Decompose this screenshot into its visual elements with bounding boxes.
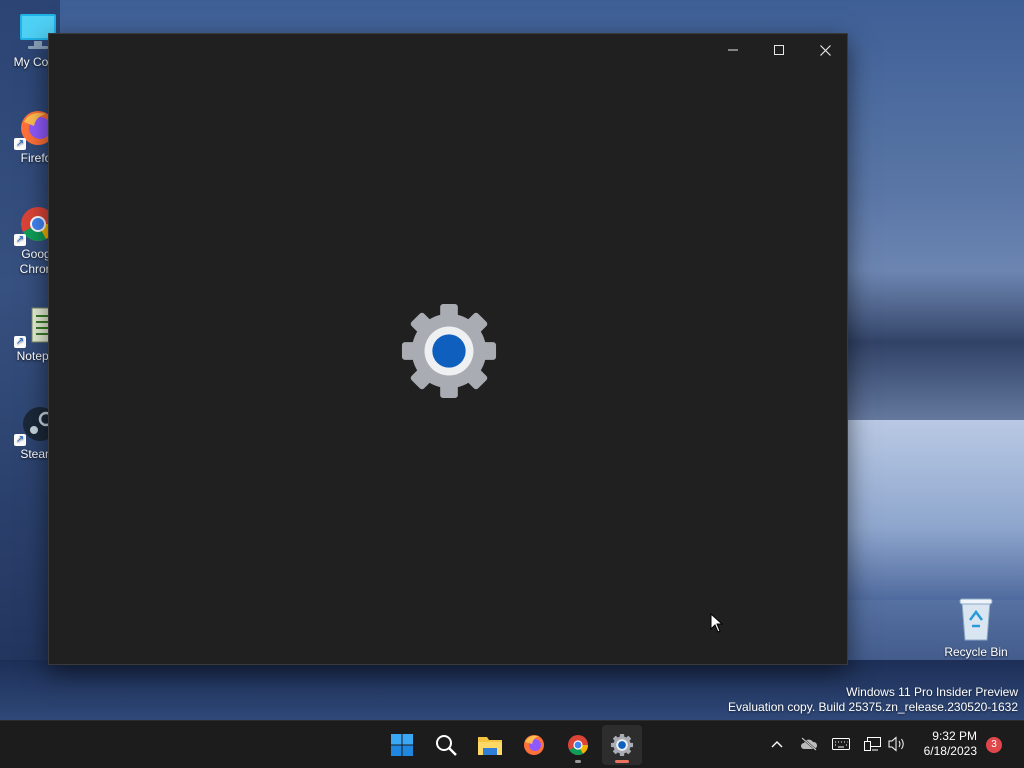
desktop-icon-label: Recycle Bin xyxy=(944,645,1008,659)
shortcut-arrow-icon: ↗ xyxy=(14,336,26,348)
cloud-offline-icon xyxy=(801,737,818,751)
file-explorer-icon xyxy=(478,737,502,755)
firefox-taskbar-button[interactable] xyxy=(514,725,554,765)
watermark-edition: Windows 11 Pro Insider Preview xyxy=(846,685,1018,699)
network-icon xyxy=(864,737,881,751)
mouse-cursor-icon xyxy=(710,613,724,633)
settings-taskbar-button[interactable] xyxy=(602,725,642,765)
windows-evaluation-watermark: Windows 11 Pro Insider Preview Evaluatio… xyxy=(728,685,1018,715)
search-icon xyxy=(436,735,457,756)
close-icon xyxy=(819,44,831,56)
volume-button[interactable] xyxy=(886,733,908,755)
firefox-icon xyxy=(524,735,544,755)
touch-keyboard-button[interactable] xyxy=(830,733,852,755)
notification-badge[interactable]: 3 xyxy=(986,737,1002,753)
settings-gear-icon xyxy=(401,303,497,399)
start-button[interactable] xyxy=(382,725,422,765)
wallpaper-lake xyxy=(840,420,1024,600)
shortcut-arrow-icon: ↗ xyxy=(14,234,26,246)
network-button[interactable] xyxy=(862,733,884,755)
chrome-icon xyxy=(568,735,589,756)
watermark-build: Evaluation copy. Build 25375.zn_release.… xyxy=(728,700,1018,714)
clock-date: 6/18/2023 xyxy=(923,744,977,758)
taskbar-clock[interactable]: 9:32 PM 6/18/2023 xyxy=(924,729,977,759)
chrome-taskbar-button[interactable] xyxy=(558,725,598,765)
start-icon xyxy=(391,734,413,756)
settings-icon xyxy=(610,733,634,757)
desktop-icon-recycle-bin[interactable]: Recycle Bin xyxy=(940,596,1012,659)
shortcut-arrow-icon: ↗ xyxy=(14,434,26,446)
settings-window[interactable] xyxy=(48,33,848,665)
shortcut-arrow-icon: ↗ xyxy=(14,138,26,150)
file-explorer-button[interactable] xyxy=(470,725,510,765)
onedrive-button[interactable] xyxy=(798,733,820,755)
search-button[interactable] xyxy=(426,725,466,765)
taskbar: 9:32 PM 6/18/2023 3 xyxy=(0,720,1024,768)
chevron-up-icon xyxy=(771,741,783,748)
close-button[interactable] xyxy=(802,34,848,66)
clock-time: 9:32 PM xyxy=(932,729,977,743)
maximize-icon xyxy=(774,45,784,55)
active-indicator xyxy=(615,760,629,763)
speaker-icon xyxy=(888,736,904,752)
show-hidden-icons-button[interactable] xyxy=(766,733,788,755)
maximize-button[interactable] xyxy=(756,34,802,66)
wallpaper-treeline xyxy=(840,270,1024,430)
minimize-icon xyxy=(728,49,738,51)
recycle-bin-icon xyxy=(959,598,993,641)
keyboard-icon xyxy=(832,738,850,750)
minimize-button[interactable] xyxy=(710,34,756,66)
running-indicator xyxy=(575,760,581,763)
